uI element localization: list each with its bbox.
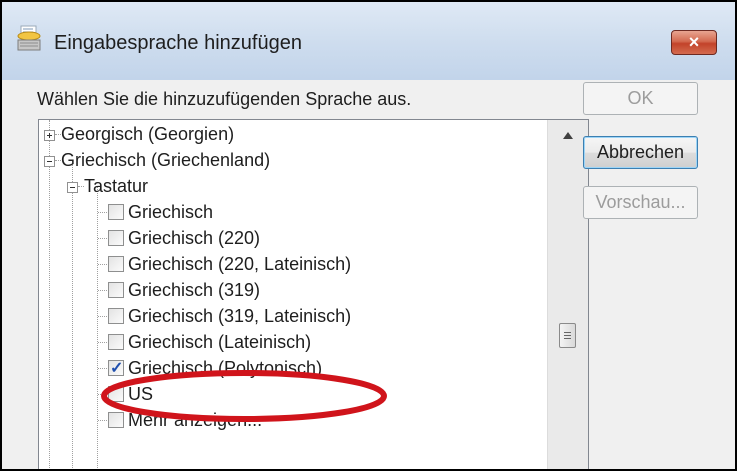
tree-line — [98, 394, 107, 395]
checkbox[interactable] — [108, 230, 124, 246]
window-title: Eingabesprache hinzufügen — [54, 32, 302, 54]
tree-line — [98, 264, 107, 265]
keyboard-item-label: Griechisch (Lateinisch) — [128, 332, 312, 352]
checkbox-checked[interactable] — [108, 358, 124, 378]
keyboard-item-label: Griechisch (220, Lateinisch) — [128, 254, 352, 274]
close-button[interactable]: × — [671, 30, 717, 55]
keyboard-item[interactable]: Griechisch — [39, 199, 539, 225]
keyboard-item-label: Griechisch (319) — [128, 280, 261, 300]
keyboard-item[interactable]: Mehr anzeigen... — [39, 407, 539, 433]
tree-line — [98, 342, 107, 343]
collapse-minus-icon[interactable] — [44, 156, 55, 167]
tree-line — [98, 212, 107, 213]
keyboard-item-label: Mehr anzeigen... — [128, 410, 263, 430]
scroll-up-arrow-icon[interactable] — [563, 132, 573, 139]
checkbox[interactable] — [108, 308, 124, 324]
checkbox[interactable] — [108, 256, 124, 272]
tree-item-label: Tastatur — [84, 176, 149, 196]
expand-plus-icon[interactable] — [44, 130, 55, 141]
keyboard-item[interactable]: Griechisch (Lateinisch) — [39, 329, 539, 355]
checkbox[interactable] — [108, 334, 124, 350]
tree-line — [98, 420, 107, 421]
title-bar[interactable]: Eingabesprache hinzufügen × — [2, 2, 735, 80]
tree-line — [98, 290, 107, 291]
keyboard-item[interactable]: Griechisch (319, Lateinisch) — [39, 303, 539, 329]
tree-item-georgisch[interactable]: Georgisch (Georgien) — [39, 121, 539, 147]
keyboard-language-icon — [16, 24, 42, 54]
cancel-button[interactable]: Abbrechen — [583, 136, 698, 169]
grip-line — [564, 335, 571, 336]
keyboard-item[interactable]: Griechisch (319) — [39, 277, 539, 303]
dialog-window: Eingabesprache hinzufügen × Wählen Sie d… — [0, 0, 737, 471]
vertical-scrollbar[interactable] — [547, 120, 588, 469]
tree-line — [98, 238, 107, 239]
checkbox[interactable] — [108, 386, 124, 402]
close-icon: × — [688, 32, 700, 52]
keyboard-item[interactable]: Griechisch (220) — [39, 225, 539, 251]
checkbox[interactable] — [108, 412, 124, 428]
grip-line — [564, 338, 571, 339]
tree-item-label: Georgisch (Georgien) — [61, 124, 235, 144]
keyboard-item-label: Griechisch (319, Lateinisch) — [128, 306, 352, 326]
ok-button[interactable]: OK — [583, 82, 698, 115]
keyboard-item-label: Griechisch (220) — [128, 228, 261, 248]
tree-line — [98, 368, 107, 369]
tree-item-tastatur[interactable]: Tastatur — [39, 173, 539, 199]
keyboard-item[interactable]: US — [39, 381, 539, 407]
instruction-label: Wählen Sie die hinzuzufügenden Sprache a… — [37, 89, 412, 109]
keyboard-item-label: Griechisch — [128, 202, 214, 222]
preview-button[interactable]: Vorschau... — [583, 186, 698, 219]
tree-item-label: Griechisch (Griechenland) — [61, 150, 271, 170]
collapse-minus-icon[interactable] — [67, 182, 78, 193]
keyboard-item[interactable]: Griechisch (Polytonisch) — [39, 355, 539, 381]
language-tree[interactable]: Georgisch (Georgien) Griechisch (Grieche… — [38, 119, 589, 469]
checkbox[interactable] — [108, 204, 124, 220]
checkbox[interactable] — [108, 282, 124, 298]
keyboard-item-label: Griechisch (Polytonisch) — [128, 358, 323, 378]
grip-line — [564, 332, 571, 333]
tree-item-griechisch[interactable]: Griechisch (Griechenland) — [39, 147, 539, 173]
keyboard-item[interactable]: Griechisch (220, Lateinisch) — [39, 251, 539, 277]
dialog-body: Wählen Sie die hinzuzufügenden Sprache a… — [17, 80, 720, 469]
tree-line — [98, 316, 107, 317]
scroll-thumb[interactable] — [559, 323, 576, 348]
keyboard-item-label: US — [128, 384, 154, 404]
